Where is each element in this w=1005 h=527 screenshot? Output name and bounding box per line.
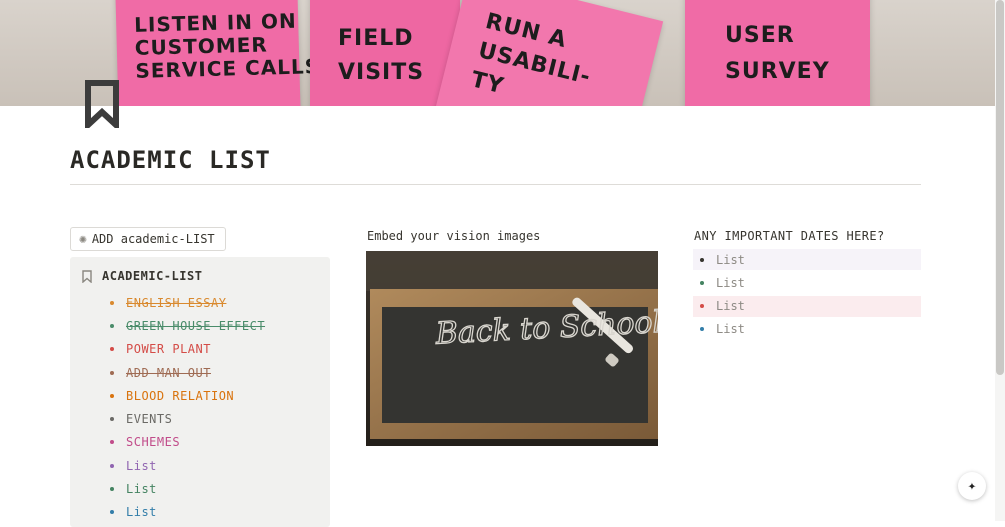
title-divider — [70, 184, 921, 185]
date-list-item-label: List — [716, 252, 745, 267]
bullet-icon — [110, 510, 114, 515]
list-item-label: List — [126, 482, 157, 497]
callout-header: ACADEMIC-LIST — [82, 269, 202, 283]
list-item[interactable]: SCHEMES — [110, 431, 265, 454]
sticky-note: RUN A USABILI- TY — [432, 0, 664, 106]
sticky-note: LISTEN IN ON CUSTOMER SERVICE CALLS — [115, 0, 320, 106]
bullet-icon — [700, 280, 704, 285]
academic-list-callout[interactable]: ACADEMIC-LIST ENGLISH ESSAY GREEN HOUSE E… — [70, 257, 330, 527]
bullet-icon — [110, 347, 114, 352]
add-button-label: ADD academic-LIST — [91, 232, 215, 246]
sticky-note: FIELD VISITS — [310, 0, 460, 106]
list-item-label: EVENTS — [126, 412, 173, 427]
sticky-note-text: FIELD VISITS — [338, 26, 425, 85]
sticky-note-text: RUN A USABILI- TY — [468, 8, 594, 100]
list-item-label: List — [126, 505, 157, 520]
list-item[interactable]: ENGLISH ESSAY — [110, 291, 265, 314]
list-item[interactable]: ADD MAN OUT — [110, 361, 265, 384]
date-list-item[interactable]: List — [693, 249, 921, 270]
list-item[interactable]: List — [110, 454, 265, 477]
list-item[interactable]: GREEN HOUSE EFFECT — [110, 314, 265, 337]
academic-list-items: ENGLISH ESSAY GREEN HOUSE EFFECT POWER PLA… — [110, 291, 265, 524]
list-item-label: SCHEMES — [126, 435, 181, 450]
bullet-icon — [110, 463, 114, 468]
bullet-icon — [700, 327, 704, 332]
bullet-icon — [700, 304, 704, 309]
list-item[interactable]: POWER PLANT — [110, 338, 265, 361]
date-list-item-label: List — [716, 275, 745, 290]
bookmark-icon[interactable] — [84, 80, 120, 128]
list-item-label: ENGLISH ESSAY — [126, 295, 227, 310]
scrollbar-thumb[interactable] — [996, 0, 1004, 375]
sticky-note-text: LISTEN IN ON CUSTOMER SERVICE CALLS — [133, 8, 321, 83]
important-dates-label: ANY IMPORTANT DATES HERE? — [694, 229, 885, 243]
sticky-note-text: USER SURVEY — [725, 23, 830, 84]
list-item-label: ADD MAN OUT — [126, 365, 211, 380]
sticky-note: USER SURVEY — [685, 0, 870, 106]
bullet-icon — [110, 300, 114, 305]
bullet-icon — [110, 370, 114, 375]
page-cover: LISTEN IN ON CUSTOMER SERVICE CALLS FIEL… — [0, 0, 995, 106]
ai-assistant-button[interactable]: ✦ — [958, 472, 986, 500]
list-item-label: BLOOD RELATION — [126, 388, 235, 403]
bullet-icon — [700, 257, 704, 262]
embed-vision-label: Embed your vision images — [367, 229, 541, 243]
bullet-icon — [110, 440, 114, 445]
bullet-icon — [110, 323, 114, 328]
list-item-label: List — [126, 458, 157, 473]
important-dates-list: List List List List — [693, 249, 921, 342]
list-item-label: GREEN HOUSE EFFECT — [126, 318, 266, 333]
bullet-icon — [110, 487, 114, 492]
date-list-item[interactable]: List — [693, 272, 921, 294]
list-item[interactable]: List — [110, 501, 265, 524]
date-list-item-label: List — [716, 299, 745, 314]
page-title[interactable]: ACADEMIC LIST — [70, 146, 271, 174]
list-item[interactable]: List — [110, 477, 265, 500]
date-list-item-label: List — [716, 322, 745, 337]
bookmark-icon — [82, 269, 92, 283]
date-list-item[interactable]: List — [693, 318, 921, 340]
list-item-label: POWER PLANT — [126, 342, 211, 357]
vision-image[interactable]: Back to School — [366, 251, 658, 446]
add-academic-list-button[interactable]: ✺ ADD academic-LIST — [70, 227, 226, 251]
sparkle-icon: ✺ — [79, 231, 87, 247]
list-item[interactable]: BLOOD RELATION — [110, 384, 265, 407]
bullet-icon — [110, 417, 114, 422]
list-item[interactable]: EVENTS — [110, 407, 265, 430]
bullet-icon — [110, 393, 114, 398]
chalkboard-illustration: Back to School — [366, 251, 658, 446]
date-list-item[interactable]: List — [693, 295, 921, 317]
callout-heading: ACADEMIC-LIST — [102, 269, 203, 283]
sparkle-icon: ✦ — [967, 478, 977, 494]
